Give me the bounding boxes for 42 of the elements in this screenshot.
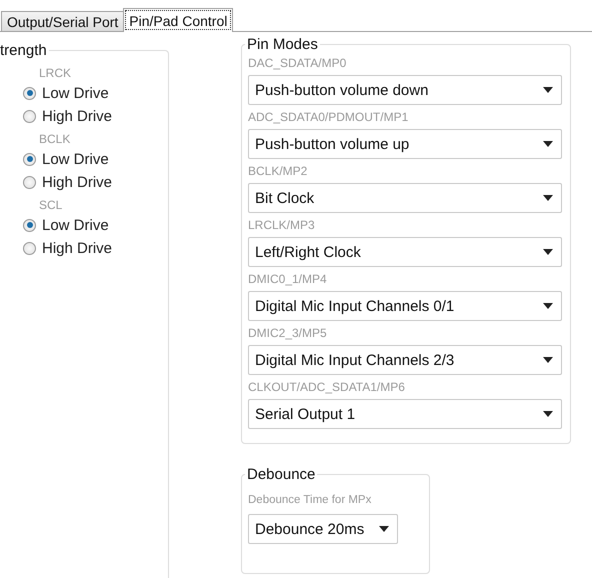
caret-icon (379, 526, 389, 532)
radio-button[interactable] (23, 242, 36, 254)
radio-option[interactable]: High Drive (23, 172, 112, 192)
dropdown[interactable]: Digital Mic Input Channels 0/1 (248, 291, 562, 321)
field-label: Debounce Time for MPx (248, 493, 372, 508)
pin-label: DMIC2_3/MP5 (248, 325, 328, 341)
pin-label: LRCK (39, 65, 72, 81)
tab[interactable]: Pin/Pad Control (123, 8, 234, 32)
pin-label: LRCLK/MP3 (248, 217, 316, 233)
dropdown[interactable]: Left/Right Clock (248, 237, 562, 267)
pin-label: BCLK/MP2 (248, 163, 308, 179)
caret-icon (543, 357, 553, 363)
pin-label: DAC_SDATA/MP0 (248, 55, 348, 71)
dropdown[interactable]: Bit Clock (248, 183, 562, 213)
radio-option[interactable]: Low Drive (23, 83, 109, 103)
dropdown[interactable]: Push-button volume up (248, 129, 562, 159)
radio-button[interactable] (23, 218, 36, 232)
caret-icon (543, 303, 553, 309)
radio-button[interactable] (23, 86, 36, 100)
dropdown[interactable]: Serial Output 1 (248, 399, 562, 429)
caret-icon (543, 195, 553, 201)
caret-icon (543, 87, 553, 93)
pin-label: DMIC0_1/MP4 (248, 271, 328, 287)
radio-option[interactable]: Low Drive (23, 215, 109, 235)
dropdown[interactable]: Debounce 20ms (248, 514, 398, 544)
radio-button[interactable] (23, 176, 36, 188)
pin-label: SCL (39, 197, 64, 213)
caret-icon (543, 249, 553, 255)
group-title: trength (0, 42, 49, 59)
pin-label: ADC_SDATA0/PDMOUT/MP1 (248, 109, 410, 125)
pin-label: CLKOUT/ADC_SDATA1/MP6 (248, 379, 406, 395)
radio-option[interactable]: High Drive (23, 238, 112, 258)
caret-icon (543, 411, 553, 417)
dropdown[interactable]: Digital Mic Input Channels 2/3 (248, 345, 562, 375)
radio-button[interactable] (23, 152, 36, 166)
pin-label: BCLK (39, 131, 72, 147)
caret-icon (543, 141, 553, 147)
radio-option[interactable]: High Drive (23, 106, 112, 126)
tab[interactable]: Output/Serial Port (1, 11, 124, 31)
dropdown[interactable]: Push-button volume down (248, 75, 562, 105)
radio-option[interactable]: Low Drive (23, 149, 109, 169)
radio-button[interactable] (23, 110, 36, 122)
